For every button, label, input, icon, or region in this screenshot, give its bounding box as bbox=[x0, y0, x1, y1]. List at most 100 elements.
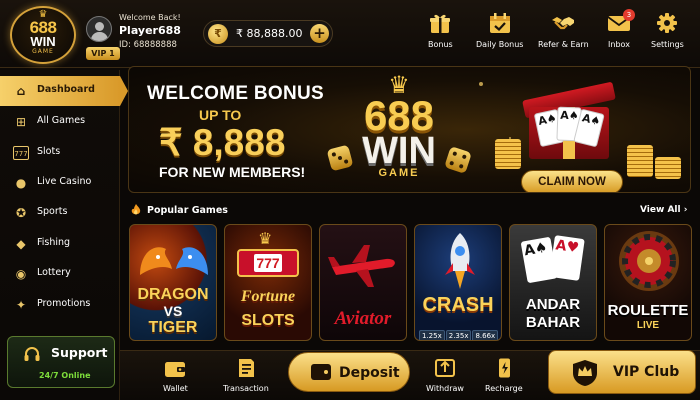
view-all-label: View All bbox=[640, 205, 681, 215]
welcome-text: Welcome Back! bbox=[119, 13, 181, 22]
top-header: ♛ 688 WIN GAME VIP 1 Welcome Back! Playe… bbox=[0, 0, 700, 68]
gamepad-icon: ⊞ bbox=[15, 115, 27, 129]
logo-word: WIN bbox=[30, 34, 56, 49]
header-nav-daily-bonus[interactable]: Daily Bonus bbox=[476, 12, 523, 49]
game-title: ROULETTE bbox=[607, 302, 689, 319]
banner-logo-sub: GAME bbox=[378, 167, 420, 179]
header-nav-refer-earn[interactable]: Refer & Earn bbox=[538, 12, 589, 49]
game-title-line2: BAHAR bbox=[525, 314, 581, 331]
receipt-icon bbox=[238, 359, 254, 377]
coin-stack bbox=[495, 139, 521, 169]
popular-games-title: Popular Games bbox=[147, 205, 228, 216]
sidebar-item-label: Fishing bbox=[37, 237, 71, 248]
sidebar-item-promotions[interactable]: ✦ Promotions bbox=[0, 290, 120, 320]
multiplier-list: 1.25x 2.35x 8.66x bbox=[419, 323, 499, 340]
slot-reels: 777 bbox=[237, 249, 299, 277]
support-button[interactable]: Support 24/7 Online bbox=[7, 336, 115, 388]
wallet-icon bbox=[311, 364, 331, 380]
claim-now-button[interactable]: CLAIM NOW bbox=[521, 170, 623, 192]
sidebar-item-sports[interactable]: ✪ Sports bbox=[0, 198, 120, 228]
dragon-tiger-art bbox=[140, 247, 208, 275]
carousel-indicator[interactable] bbox=[385, 184, 421, 192]
rupee-coin-icon: ₹ bbox=[208, 24, 228, 44]
header-nav-settings[interactable]: Settings bbox=[651, 12, 684, 49]
header-nav-label: Bonus bbox=[428, 40, 453, 49]
calendar-check-icon bbox=[489, 13, 510, 33]
game-live-label: LIVE bbox=[636, 320, 660, 331]
game-card-dragon-vs-tiger[interactable]: DRAGON VS TIGER bbox=[129, 224, 217, 341]
lottery-ball-icon: ◉ bbox=[15, 267, 27, 281]
view-all-link[interactable]: View All › bbox=[640, 205, 687, 215]
game-card-fortune-slots[interactable]: ♛ 777 Fortune SLOTS bbox=[224, 224, 312, 341]
sidebar-item-lottery[interactable]: ◉ Lottery bbox=[0, 259, 120, 289]
sidebar-item-slots[interactable]: 777 Slots bbox=[0, 138, 120, 168]
banner-tagline: FOR NEW MEMBERS! bbox=[159, 164, 306, 180]
header-nav-label: Refer & Earn bbox=[538, 40, 589, 49]
gear-icon bbox=[657, 13, 678, 33]
multiplier-chip: 1.25x bbox=[419, 330, 445, 340]
balance-amount: ₹ 88,888.00 bbox=[236, 27, 303, 40]
megaphone-icon: ✦ bbox=[15, 298, 27, 312]
vip-level-badge: VIP 1 bbox=[86, 47, 120, 60]
welcome-bonus-banner[interactable]: WELCOME BONUS UP TO ₹ 8,888 FOR NEW MEMB… bbox=[128, 66, 691, 193]
soccer-ball-icon: ✪ bbox=[15, 206, 27, 220]
support-status: 24/7 Online bbox=[39, 371, 91, 380]
sidebar-item-dashboard[interactable]: ⌂ Dashboard bbox=[0, 76, 128, 106]
coin-stack bbox=[655, 157, 681, 179]
game-card-andar-bahar[interactable]: A♠ A♥ ANDAR BAHAR bbox=[509, 224, 597, 341]
banner-headline: WELCOME BONUS bbox=[147, 83, 325, 104]
fire-icon bbox=[131, 204, 141, 215]
support-title: Support bbox=[51, 345, 108, 360]
game-title-line2: SLOTS bbox=[241, 312, 295, 329]
vip-club-button[interactable]: VIP Club bbox=[548, 350, 696, 394]
brand-logo[interactable]: ♛ 688 WIN GAME bbox=[10, 6, 76, 64]
roulette-wheel-icon bbox=[619, 231, 679, 291]
sidebar-item-fishing[interactable]: ◆ Fishing bbox=[0, 229, 120, 259]
add-funds-button[interactable]: + bbox=[310, 24, 329, 43]
player-name: Player688 bbox=[119, 24, 181, 37]
bottom-nav-wallet[interactable]: Wallet bbox=[163, 358, 188, 393]
airplane-icon bbox=[328, 245, 395, 287]
avatar[interactable] bbox=[86, 16, 112, 42]
bottom-nav-recharge[interactable]: Recharge bbox=[485, 358, 523, 393]
slot-777-icon: 777 bbox=[13, 146, 29, 160]
bottom-nav-transaction[interactable]: Transaction bbox=[223, 358, 269, 393]
header-nav-inbox[interactable]: 3 Inbox bbox=[607, 9, 635, 49]
slot-reel-symbols: 777 bbox=[254, 254, 282, 272]
bottom-nav-withdraw[interactable]: Withdraw bbox=[426, 358, 464, 393]
game-card-crash[interactable]: CRASH 1.25x 2.35x 8.66x bbox=[414, 224, 502, 341]
game-title: CRASH bbox=[422, 294, 494, 316]
deposit-button[interactable]: Deposit bbox=[288, 352, 410, 392]
sidebar-item-label: Lottery bbox=[37, 267, 71, 278]
player-id: ID: 68888888 bbox=[119, 40, 177, 50]
multiplier-chip: 8.66x bbox=[472, 330, 499, 340]
sidebar-item-label: Live Casino bbox=[37, 176, 92, 187]
crown-shield-icon bbox=[573, 360, 597, 386]
coin-stack bbox=[627, 145, 653, 177]
wallet-icon bbox=[165, 362, 186, 377]
inbox-unread-badge: 3 bbox=[623, 9, 635, 21]
game-title-line1: DRAGON bbox=[137, 286, 209, 303]
fish-icon: ◆ bbox=[16, 237, 26, 251]
playing-card-ace-hearts: A♥ bbox=[549, 235, 585, 281]
sidebar-item-all-games[interactable]: ⊞ All Games bbox=[0, 107, 120, 137]
bottom-nav-label: Withdraw bbox=[426, 384, 464, 393]
bottom-nav-label: Recharge bbox=[485, 384, 523, 393]
game-card-roulette[interactable]: ROULETTE LIVE bbox=[604, 224, 692, 341]
handshake-icon bbox=[552, 17, 575, 30]
game-title-line1: Fortune bbox=[240, 288, 296, 305]
deposit-label: Deposit bbox=[339, 365, 400, 381]
header-nav-bonus[interactable]: Bonus bbox=[428, 12, 453, 49]
banner-bonus-amount: ₹ 8,888 bbox=[159, 122, 286, 163]
home-icon: ⌂ bbox=[16, 84, 26, 98]
game-title-line2: VS bbox=[163, 303, 183, 319]
sidebar-item-live-casino[interactable]: ● Live Casino bbox=[0, 168, 120, 198]
game-card-aviator[interactable]: Aviator bbox=[319, 224, 407, 341]
vip-club-label: VIP Club bbox=[613, 364, 680, 380]
sidebar-item-label: Sports bbox=[37, 206, 68, 217]
mobile-recharge-icon bbox=[498, 358, 510, 378]
bottom-nav-label: Transaction bbox=[223, 384, 269, 393]
sidebar-item-label: Promotions bbox=[37, 298, 91, 309]
sidebar-item-label: All Games bbox=[37, 115, 86, 126]
game-title-line1: ANDAR bbox=[525, 296, 581, 313]
